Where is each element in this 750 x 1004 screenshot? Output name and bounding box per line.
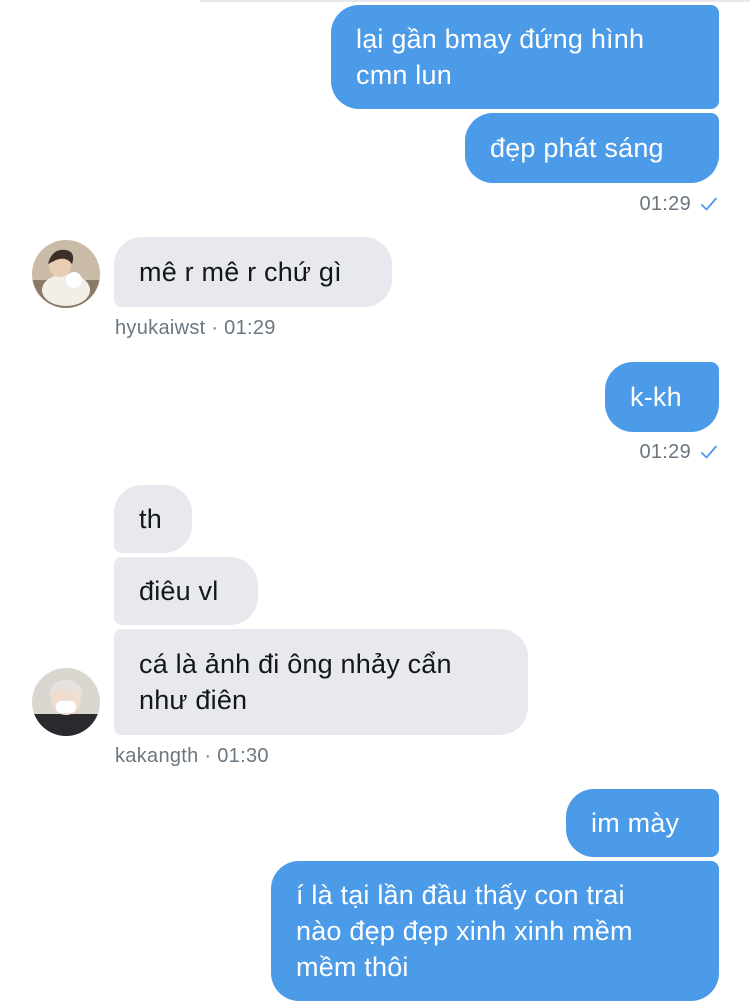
outgoing-message[interactable]: đẹp phát sáng bbox=[465, 113, 719, 183]
message-text: í là tại lần đầu thấy con trai nào đẹp đ… bbox=[296, 880, 633, 982]
message-text: im mày bbox=[591, 808, 680, 838]
message-text: th bbox=[139, 504, 162, 534]
checkmark-icon bbox=[701, 445, 717, 459]
message-text: cá là ảnh đi ông nhảy cẩn như điên bbox=[139, 649, 452, 715]
message-timestamp: 01:29 bbox=[639, 441, 717, 464]
outgoing-message[interactable]: k-kh bbox=[605, 362, 719, 432]
outgoing-message[interactable]: lại gần bmay đứng hình cmn lun bbox=[331, 5, 719, 109]
message-text: đẹp phát sáng bbox=[490, 133, 664, 163]
message-timestamp: 01:29 bbox=[639, 193, 717, 216]
message-text: mê r mê r chứ gì bbox=[139, 257, 342, 287]
message-text: lại gần bmay đứng hình cmn lun bbox=[356, 24, 645, 90]
user-avatar-kakangth[interactable] bbox=[32, 668, 100, 736]
sender-and-time: kakangth · 01:30 bbox=[115, 745, 269, 767]
incoming-message[interactable]: cá là ảnh đi ông nhảy cẩn như điên bbox=[114, 629, 528, 735]
top-divider bbox=[200, 0, 750, 2]
message-text: điêu vl bbox=[139, 576, 219, 606]
sender-and-time: hyukaiwst · 01:29 bbox=[115, 317, 276, 339]
checkmark-icon bbox=[701, 197, 717, 211]
user-avatar-hyukaiwst[interactable] bbox=[32, 240, 100, 308]
incoming-message[interactable]: điêu vl bbox=[114, 557, 258, 625]
incoming-message[interactable]: th bbox=[114, 485, 192, 553]
message-text: k-kh bbox=[630, 382, 682, 412]
outgoing-message[interactable]: im mày bbox=[566, 789, 719, 857]
incoming-message[interactable]: mê r mê r chứ gì bbox=[114, 237, 392, 307]
outgoing-message[interactable]: í là tại lần đầu thấy con trai nào đẹp đ… bbox=[271, 861, 719, 1001]
